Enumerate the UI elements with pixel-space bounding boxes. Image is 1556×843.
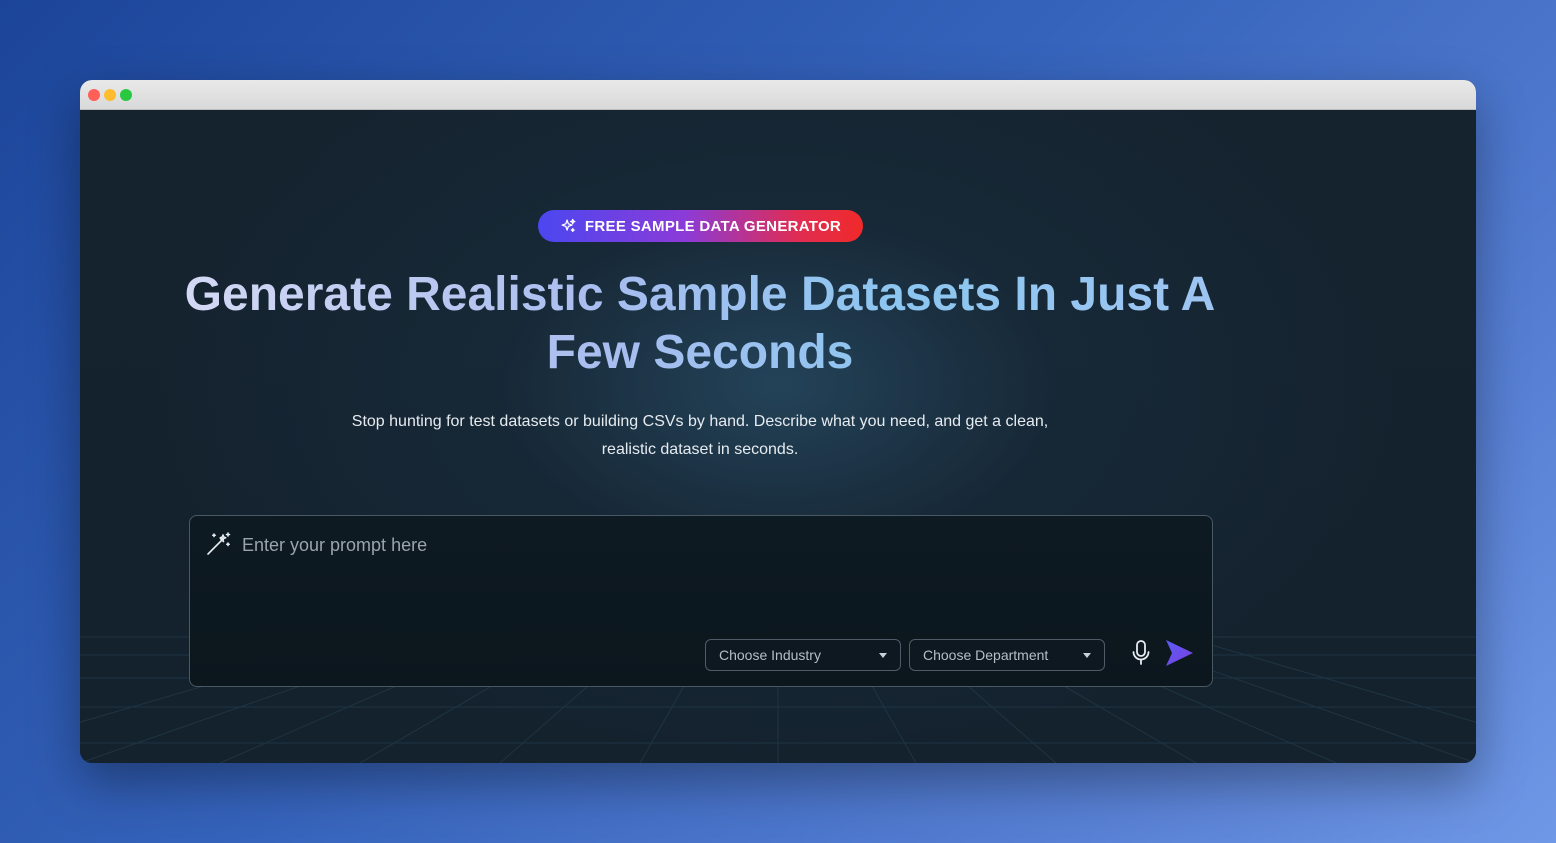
send-icon[interactable] [1163,637,1195,669]
hero-section: FREE SAMPLE DATA GENERATOR Generate Real… [80,110,1476,763]
microphone-icon[interactable] [1130,639,1152,667]
maximize-window-button[interactable] [120,88,132,101]
close-window-button[interactable] [88,88,100,101]
free-generator-badge: FREE SAMPLE DATA GENERATOR [538,210,863,242]
department-select[interactable]: Choose Department [909,639,1105,671]
minimize-window-button[interactable] [104,88,116,101]
industry-select-label: Choose Industry [719,647,821,663]
industry-select[interactable]: Choose Industry [705,639,901,671]
sparkles-icon [561,218,576,232]
chevron-down-icon [1083,653,1091,658]
browser-window: FREE SAMPLE DATA GENERATOR Generate Real… [80,80,1476,763]
window-titlebar [80,80,1476,110]
badge-label: FREE SAMPLE DATA GENERATOR [584,217,842,235]
department-select-label: Choose Department [923,647,1049,663]
magic-wand-icon [207,532,231,555]
page-title: Generate Realistic Sample Datasets In Ju… [180,266,1220,382]
prompt-input[interactable] [242,530,1142,560]
page-subtitle: Stop hunting for test datasets or buildi… [351,413,1049,458]
chevron-down-icon [879,653,887,658]
prompt-box: Choose Industry Choose Department [189,515,1213,687]
